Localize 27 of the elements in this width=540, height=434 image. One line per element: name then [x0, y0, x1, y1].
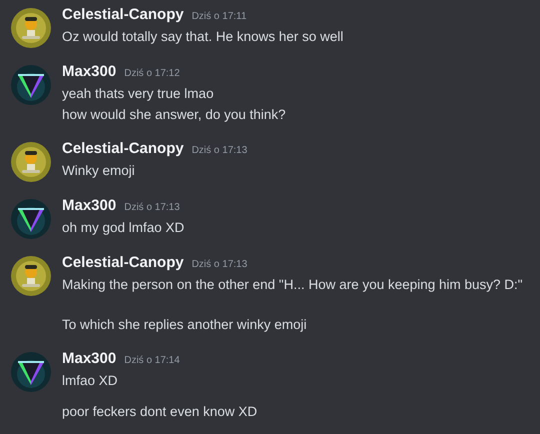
timestamp: Dziś o 17:12 [124, 67, 180, 81]
username[interactable]: Max300 [62, 197, 116, 215]
message-text: Oz would totally say that. He knows her so well [62, 28, 344, 46]
message-text: oh my god lmfao XD [62, 219, 184, 237]
message-text: poor feckers dont even know XD [62, 403, 258, 421]
avatar[interactable] [11, 256, 51, 296]
avatar[interactable] [11, 8, 51, 48]
avatar[interactable] [11, 352, 51, 392]
message-text: To which she replies another winky emoji [62, 316, 308, 334]
message-text: how would she answer, do you think? [62, 106, 286, 124]
timestamp: Dziś o 17:13 [192, 258, 248, 272]
message-text: Winky emoji [62, 162, 136, 180]
avatar[interactable] [11, 65, 51, 105]
timestamp: Dziś o 17:13 [192, 144, 248, 158]
message-text: yeah thats very true lmao [62, 85, 215, 103]
avatar[interactable] [11, 142, 51, 182]
timestamp: Dziś o 17:11 [192, 10, 247, 24]
username[interactable]: Max300 [62, 350, 116, 368]
username[interactable]: Celestial-Canopy [62, 140, 184, 158]
message-text: lmfao XD [62, 372, 119, 390]
avatar[interactable] [11, 199, 51, 239]
username[interactable]: Celestial-Canopy [62, 254, 184, 272]
message-text: Making the person on the other end "H... How are you keeping him busy? D:" [62, 276, 523, 294]
username[interactable]: Celestial-Canopy [62, 6, 184, 24]
username[interactable]: Max300 [62, 63, 116, 81]
timestamp: Dziś o 17:14 [124, 354, 180, 368]
timestamp: Dziś o 17:13 [124, 201, 180, 215]
